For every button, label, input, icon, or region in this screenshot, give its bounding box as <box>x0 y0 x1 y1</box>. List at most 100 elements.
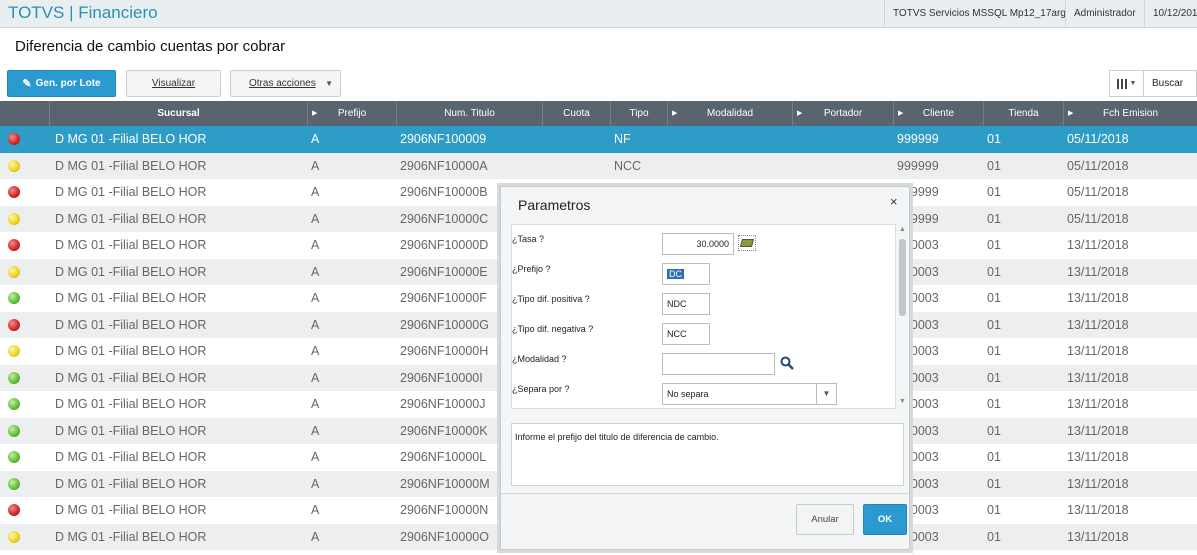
cell-tienda: 01 <box>987 158 1001 173</box>
status-green-icon <box>8 371 20 384</box>
cell-tienda: 01 <box>987 132 1001 146</box>
chevron-down-icon: ▼ <box>816 384 836 404</box>
cell-fch-emision: 13/11/2018 <box>1067 317 1129 332</box>
anular-button[interactable]: Anular <box>796 504 854 535</box>
cell-prefijo: A <box>311 476 320 491</box>
cell-fch-emision: 05/11/2018 <box>1067 185 1129 199</box>
help-text: Informe el prefijo del titulo de diferen… <box>511 423 904 486</box>
cell-tienda: 01 <box>987 529 1001 544</box>
top-bar: TOTVS | Financiero TOTVS Servicios MSSQL… <box>0 0 1197 28</box>
cell-sucursal: D MG 01 -Filial BELO HOR <box>55 423 207 438</box>
cell-sucursal: D MG 01 -Filial BELO HOR <box>55 476 207 491</box>
pencil-icon: ✎ <box>22 78 32 90</box>
cell-num-titulo: 2906NF10000I <box>400 370 483 385</box>
prefijo-input[interactable]: DC <box>662 263 710 285</box>
header-status <box>0 101 50 126</box>
cell-tienda: 01 <box>987 503 1001 517</box>
user-name[interactable]: Administrador <box>1065 0 1144 28</box>
header-tienda[interactable]: Tienda <box>984 101 1064 126</box>
cell-num-titulo: 2906NF10000F <box>400 291 487 305</box>
cell-sucursal: D MG 01 -Filial BELO HOR <box>55 238 207 252</box>
scroll-up-icon[interactable]: ▲ <box>899 226 906 233</box>
app-window: TOTVS | Financiero TOTVS Servicios MSSQL… <box>0 0 1197 555</box>
cell-fch-emision: 13/11/2018 <box>1067 291 1129 305</box>
cell-prefijo: A <box>311 529 320 544</box>
cell-num-titulo: 2906NF10000E <box>400 264 488 279</box>
cell-prefijo: A <box>311 344 320 358</box>
visualizar-button[interactable]: Visualizar <box>126 70 221 97</box>
cell-num-titulo: 2906NF10000D <box>400 238 489 252</box>
form-scrollbar[interactable]: ▲ ▼ <box>897 224 908 409</box>
cell-num-titulo: 2906NF10000N <box>400 503 489 517</box>
tipo-dif-positiva-label: ¿Tipo dif. positiva ? <box>512 294 590 304</box>
separa-por-select[interactable]: No separa ▼ <box>662 383 837 405</box>
status-green-icon <box>8 477 20 490</box>
header-portador[interactable]: ▶ Portador <box>793 101 894 126</box>
cell-num-titulo: 2906NF10000B <box>400 185 488 199</box>
columns-toggle-button[interactable]: ▼ <box>1110 71 1144 96</box>
search-label[interactable]: Buscar <box>1152 78 1183 89</box>
tipo-dif-positiva-input[interactable]: NDC <box>662 293 710 315</box>
search-icon[interactable] <box>780 356 794 370</box>
cell-tienda: 01 <box>987 291 1001 305</box>
header-cliente[interactable]: ▶ Cliente <box>894 101 984 126</box>
status-green-icon <box>8 292 20 304</box>
sort-arrow-icon: ▶ <box>797 110 803 117</box>
cell-fch-emision: 13/11/2018 <box>1067 529 1129 544</box>
gen-por-lote-button[interactable]: ✎ Gen. por Lote <box>7 70 116 97</box>
scroll-thumb[interactable] <box>899 239 906 316</box>
header-fch-emision[interactable]: ▶ Fch Emision <box>1064 101 1197 126</box>
cell-prefijo: A <box>311 132 320 146</box>
cell-sucursal: D MG 01 -Filial BELO HOR <box>55 291 207 305</box>
cell-num-titulo: 2906NF100009 <box>400 132 487 146</box>
status-red-icon <box>8 318 20 331</box>
cell-tienda: 01 <box>987 423 1001 438</box>
close-icon[interactable]: × <box>890 194 898 209</box>
ok-button[interactable]: OK <box>863 504 907 535</box>
caret-down-icon: ▼ <box>1129 80 1137 87</box>
cell-num-titulo: 2906NF10000J <box>400 397 486 411</box>
otras-acciones-button[interactable]: Otras acciones ▼ <box>230 70 341 97</box>
sort-arrow-icon: ▶ <box>1068 110 1074 117</box>
header-modalidad[interactable]: ▶ Modalidad <box>668 101 793 126</box>
cell-num-titulo: 2906NF10000M <box>400 476 490 491</box>
header-sucursal[interactable]: Sucursal <box>50 101 308 126</box>
separa-por-value: No separa <box>667 389 709 399</box>
tasa-input[interactable]: 30.0000 <box>662 233 734 255</box>
table-row[interactable]: D MG 01 -Filial BELO HOR A 2906NF10000A NCC… <box>0 152 1197 179</box>
cell-tienda: 01 <box>987 264 1001 279</box>
cell-tienda: 01 <box>987 370 1001 385</box>
cell-prefijo: A <box>311 185 320 199</box>
header-tipo[interactable]: Tipo <box>611 101 668 126</box>
cell-fch-emision: 05/11/2018 <box>1067 158 1129 173</box>
tipo-dif-negativa-input[interactable]: NCC <box>662 323 710 345</box>
search-box[interactable]: ▼ Buscar <box>1109 70 1197 97</box>
status-green-icon <box>8 424 20 437</box>
cell-prefijo: A <box>311 423 320 438</box>
current-date: 10/12/2018 <box>1144 0 1197 28</box>
cell-prefijo: A <box>311 370 320 385</box>
cell-num-titulo: 2906NF10000C <box>400 211 489 226</box>
dialog-divider <box>501 493 909 494</box>
scroll-down-icon[interactable]: ▼ <box>899 398 906 405</box>
status-red-icon <box>8 186 20 198</box>
cell-cliente: 999999 <box>897 132 939 146</box>
status-yellow-icon <box>8 159 20 172</box>
table-row[interactable]: D MG 01 -Filial BELO HOR A 2906NF100009 NF 9… <box>0 126 1197 153</box>
modalidad-input[interactable] <box>662 353 775 375</box>
cell-prefijo: A <box>311 158 320 173</box>
cell-sucursal: D MG 01 -Filial BELO HOR <box>55 370 207 385</box>
sort-arrow-icon: ▶ <box>672 110 678 117</box>
page-title: Diferencia de cambio cuentas por cobrar <box>15 38 286 55</box>
app-title: TOTVS | Financiero <box>8 3 158 22</box>
header-prefijo[interactable]: ▶ Prefijo <box>308 101 397 126</box>
header-num-titulo[interactable]: Num. Titulo <box>397 101 543 126</box>
cell-tienda: 01 <box>987 344 1001 358</box>
calculator-icon[interactable] <box>738 235 756 251</box>
caret-down-icon: ▼ <box>325 79 333 88</box>
status-yellow-icon <box>8 345 20 357</box>
cell-fch-emision: 05/11/2018 <box>1067 132 1129 146</box>
header-cuota[interactable]: Cuota <box>543 101 611 126</box>
status-yellow-icon <box>8 265 20 278</box>
cell-num-titulo: 2906NF10000H <box>400 344 489 358</box>
